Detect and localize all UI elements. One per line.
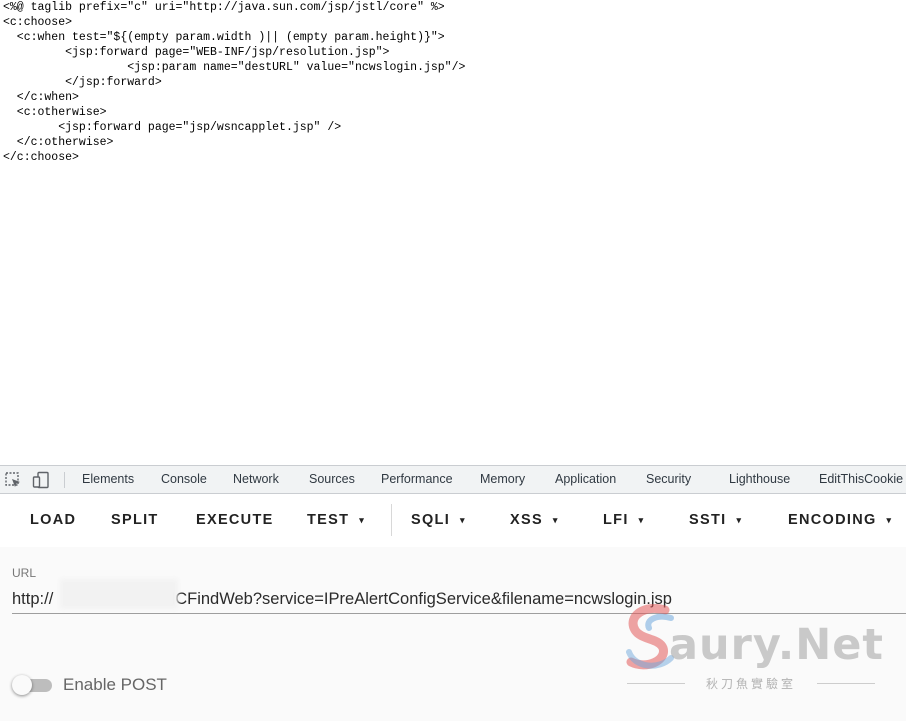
watermark: aury.Net 秋刀魚實驗室 [625, 600, 885, 695]
lfi-label: LFI [603, 512, 629, 528]
code-line: <c:choose> [3, 16, 73, 29]
ssti-menu-button[interactable]: SSTI ▾ [689, 494, 741, 547]
code-line: <%@ taglib prefix="c" uri="http://java.s… [3, 1, 445, 14]
tab-editthiscookie[interactable]: EditThisCookie [819, 466, 903, 493]
split-button[interactable]: SPLIT [111, 494, 159, 547]
chevron-down-icon: ▾ [552, 515, 558, 525]
test-menu-button[interactable]: TEST ▾ [307, 494, 364, 547]
tab-lighthouse[interactable]: Lighthouse [729, 466, 790, 493]
code-line: </c:otherwise> [3, 136, 114, 149]
load-button[interactable]: LOAD [30, 494, 76, 547]
code-line: <c:when test="${(empty param.width )|| (… [3, 31, 445, 44]
tab-memory[interactable]: Memory [480, 466, 525, 493]
code-line: <jsp:param name="destURL" value="ncwslog… [3, 61, 466, 74]
tab-console[interactable]: Console [161, 466, 207, 493]
chevron-down-icon: ▾ [886, 515, 892, 525]
code-line: </c:when> [3, 91, 79, 104]
chevron-down-icon: ▾ [460, 515, 465, 525]
toolbar-divider [391, 504, 392, 536]
watermark-rule [817, 683, 875, 684]
xss-label: XSS [510, 512, 543, 528]
tab-application[interactable]: Application [555, 466, 616, 493]
test-label: TEST [307, 512, 350, 528]
sqli-menu-button[interactable]: SQLI ▾ [411, 494, 465, 547]
chevron-down-icon: ▾ [359, 515, 364, 525]
devtools-divider [64, 472, 65, 488]
code-line: <jsp:forward page="WEB-INF/jsp/resolutio… [3, 46, 390, 59]
code-line: </c:choose> [3, 151, 79, 164]
encoding-label: ENCODING [788, 512, 877, 528]
tab-network[interactable]: Network [233, 466, 279, 493]
ssti-label: SSTI [689, 512, 727, 528]
tab-elements[interactable]: Elements [82, 466, 134, 493]
device-toolbar-icon[interactable] [32, 471, 50, 489]
toggle-thumb [12, 675, 32, 695]
sqli-label: SQLI [411, 512, 451, 528]
tab-security[interactable]: Security [646, 466, 691, 493]
devtools-tab-bar: Elements Console Network Sources Perform… [0, 465, 906, 494]
url-label: URL [12, 566, 37, 580]
execute-button[interactable]: EXECUTE [196, 494, 274, 547]
tab-performance[interactable]: Performance [381, 466, 453, 493]
enable-post-label: Enable POST [63, 675, 167, 694]
chevron-down-icon: ▾ [736, 515, 741, 525]
enable-post-toggle[interactable] [12, 675, 52, 695]
code-line: <c:otherwise> [3, 106, 107, 119]
chevron-down-icon: ▾ [638, 515, 644, 525]
watermark-brand: aury.Net [669, 620, 884, 670]
lfi-menu-button[interactable]: LFI ▾ [603, 494, 643, 547]
xss-menu-button[interactable]: XSS ▾ [510, 494, 557, 547]
code-line: </jsp:forward> [3, 76, 162, 89]
encoding-menu-button[interactable]: ENCODING ▾ [788, 494, 891, 547]
code-line: <jsp:forward page="jsp/wsncapplet.jsp" /… [3, 121, 342, 134]
redacted-host [60, 579, 178, 609]
hackbar-toolbar: LOAD SPLIT EXECUTE TEST ▾ SQLI ▾ XSS ▾ LFI ▾… [0, 494, 906, 547]
jsp-source-code: <%@ taglib prefix="c" uri="http://java.s… [3, 0, 465, 165]
inspect-element-icon[interactable] [4, 471, 22, 489]
tab-sources[interactable]: Sources [309, 466, 355, 493]
